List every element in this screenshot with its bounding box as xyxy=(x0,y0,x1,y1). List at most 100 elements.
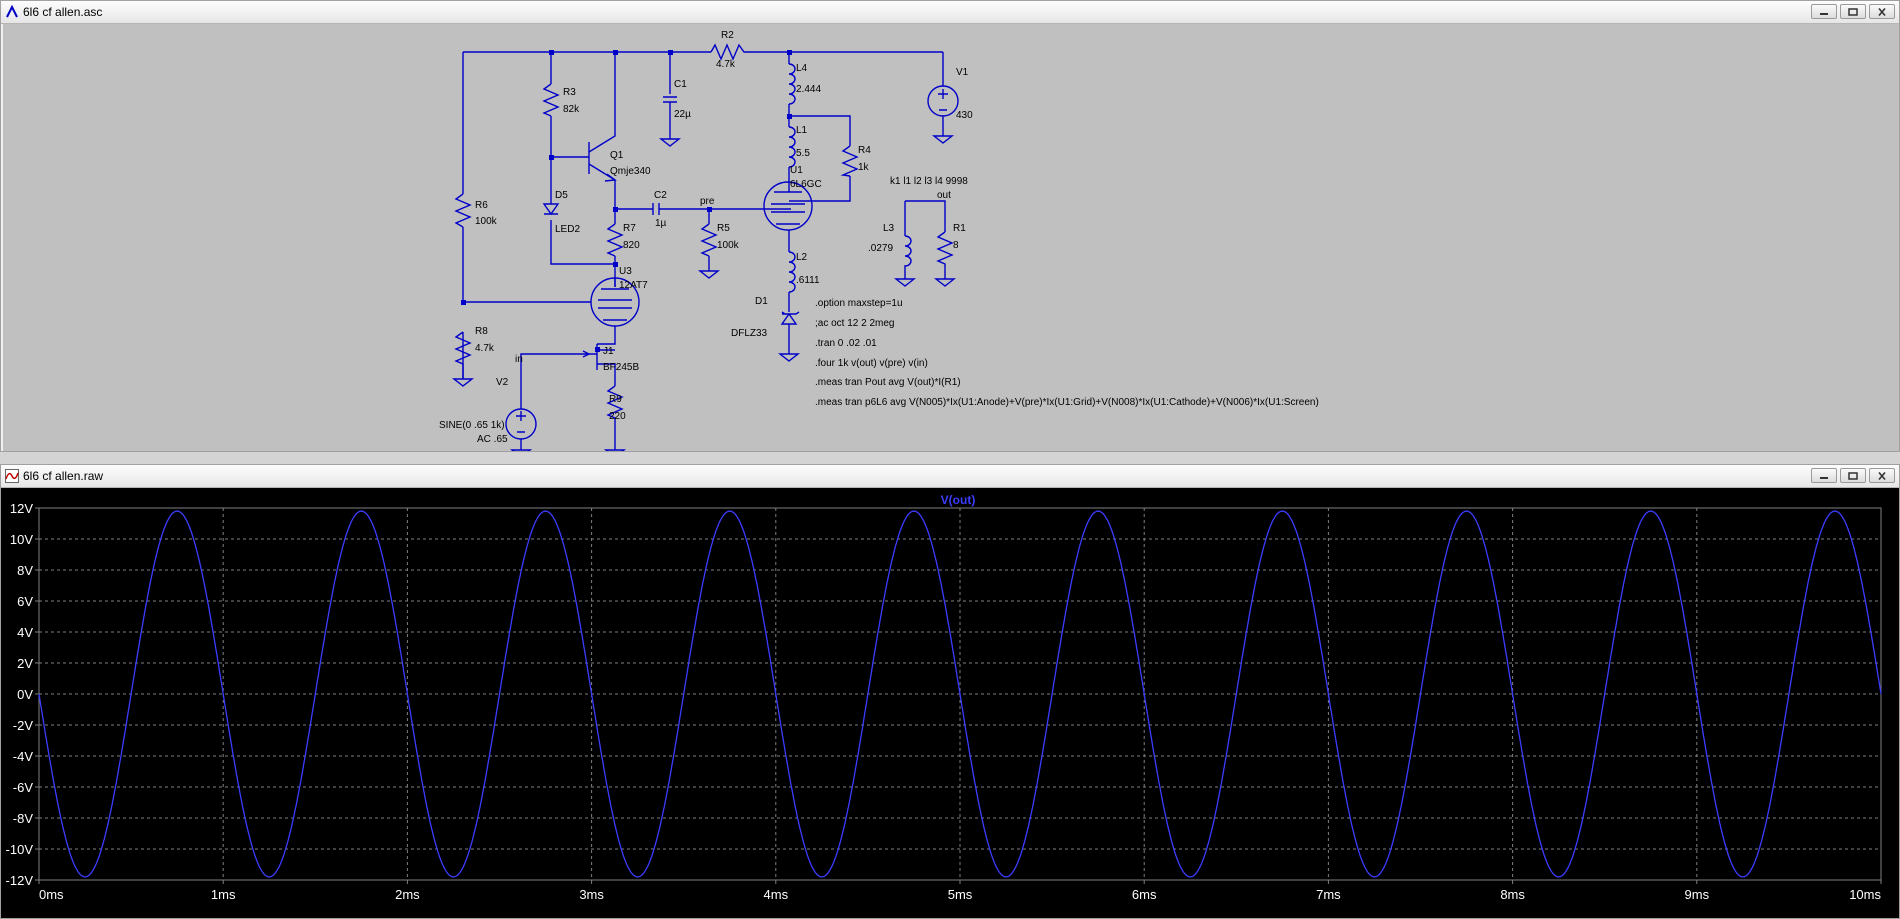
minimize-button[interactable] xyxy=(1811,4,1837,19)
restore-button[interactable] xyxy=(1840,4,1866,19)
y-tick-label: -4V xyxy=(13,749,34,764)
x-tick-label: 6ms xyxy=(1132,887,1157,902)
r9-name: R9 xyxy=(609,394,622,405)
y-tick-label: -12V xyxy=(6,873,34,888)
y-tick-label: 0V xyxy=(17,687,33,702)
l4-name: L4 xyxy=(796,63,808,74)
y-tick-label: -2V xyxy=(13,718,34,733)
r3-name: R3 xyxy=(563,87,576,98)
y-tick-label: 12V xyxy=(10,501,33,516)
u3-name: U3 xyxy=(619,266,632,277)
x-tick-label: 3ms xyxy=(579,887,604,902)
directive-ac: ;ac oct 12 2 2meg xyxy=(815,318,895,329)
net-label-in: in xyxy=(515,354,523,365)
r5-value: 100k xyxy=(717,240,740,251)
waveform-titlebar[interactable]: 6l6 cf allen.raw xyxy=(1,465,1899,488)
restore-icon xyxy=(1848,471,1858,480)
x-tick-label: 7ms xyxy=(1316,887,1341,902)
trace-label[interactable]: V(out) xyxy=(941,493,976,507)
l2-value: .6111 xyxy=(796,275,820,286)
u1-value: 6L6GC xyxy=(790,179,822,190)
close-icon xyxy=(1878,471,1886,480)
waveform-window[interactable]: 6l6 cf allen.raw V(out) 12V 10V 8V 6V 4V 2V 0V… xyxy=(0,464,1900,919)
u3-value: 12AT7 xyxy=(619,280,648,291)
r6-value: 100k xyxy=(475,216,498,227)
l3-name: L3 xyxy=(883,223,895,234)
y-tick-label: 6V xyxy=(17,594,33,609)
r2-value: 4.7k xyxy=(716,59,736,70)
r9-value: 220 xyxy=(609,411,626,422)
directive-tran: .tran 0 .02 .01 xyxy=(815,338,877,349)
r8-name: R8 xyxy=(475,326,488,337)
r7-value: 820 xyxy=(623,240,640,251)
y-tick-label: -6V xyxy=(13,780,34,795)
waveform-window-title: 6l6 cf allen.raw xyxy=(23,469,104,483)
l4-value: 2.444 xyxy=(796,84,821,95)
x-axis: 0ms 1ms 2ms 3ms 4ms 5ms 6ms 7ms 8ms 9ms 10ms xyxy=(38,880,1882,902)
restore-icon xyxy=(1848,7,1858,16)
y-tick-label: 10V xyxy=(10,532,33,547)
y-tick-label: -10V xyxy=(6,842,34,857)
close-icon xyxy=(1878,7,1886,16)
d1-name: D1 xyxy=(755,296,768,307)
d1-value: DFLZ33 xyxy=(731,328,768,339)
c2-value: 1µ xyxy=(655,218,667,229)
r1-name: R1 xyxy=(953,223,966,234)
y-tick-label: -8V xyxy=(13,811,34,826)
l1-value: 5.5 xyxy=(796,148,810,159)
r4-value: 1k xyxy=(858,162,870,173)
l2-name: L2 xyxy=(796,252,808,263)
l3-value: .0279 xyxy=(868,243,893,254)
d5-value: LED2 xyxy=(555,224,580,235)
r1-value: 8 xyxy=(953,240,959,251)
directive-option: .option maxstep=1u xyxy=(815,298,903,309)
v2-name: V2 xyxy=(496,377,509,388)
x-tick-label: 1ms xyxy=(211,887,236,902)
v2-value2: AC .65 xyxy=(477,434,508,445)
y-tick-label: 2V xyxy=(17,656,33,671)
minimize-icon xyxy=(1820,476,1828,479)
j1-value: BF245B xyxy=(603,362,639,373)
x-tick-label: 10ms xyxy=(1849,887,1881,902)
schematic-titlebar[interactable]: 6l6 cf allen.asc xyxy=(1,1,1899,24)
x-tick-label: 5ms xyxy=(948,887,973,902)
q1-name: Q1 xyxy=(610,150,624,161)
v2-value: SINE(0 .65 1k) xyxy=(439,420,505,431)
ltspice-schematic-icon xyxy=(6,5,18,18)
r7-name: R7 xyxy=(623,223,636,234)
y-tick-label: 4V xyxy=(17,625,33,640)
x-tick-label: 4ms xyxy=(764,887,789,902)
c2-name: C2 xyxy=(654,190,667,201)
x-tick-label: 0ms xyxy=(39,887,64,902)
waveform-plot[interactable]: V(out) 12V 10V 8V 6V 4V 2V 0V -2V -4V -6V -8V -10V -… xyxy=(1,488,1899,918)
u1-name: U1 xyxy=(790,165,803,176)
r8-value: 4.7k xyxy=(475,343,495,354)
close-button[interactable] xyxy=(1869,4,1895,19)
c1-name: C1 xyxy=(674,79,687,90)
v1-name: V1 xyxy=(956,67,969,78)
schematic-canvas[interactable]: R2 4.7k L4 2.444 V1 430 R3 82k C1 22µ L1… xyxy=(3,24,1899,451)
y-tick-label: 8V xyxy=(17,563,33,578)
v1-value: 430 xyxy=(956,110,973,121)
schematic-window[interactable]: 6l6 cf allen.asc R2 4.7k L4 2.444 V1 430… xyxy=(0,0,1900,452)
directive-meas-p6l6: .meas tran p6L6 avg V(N005)*Ix(U1:Anode)… xyxy=(815,397,1319,408)
x-tick-label: 8ms xyxy=(1500,887,1525,902)
net-label-pre: pre xyxy=(700,196,715,207)
j1-name: J1 xyxy=(603,346,614,357)
x-tick-label: 2ms xyxy=(395,887,420,902)
x-tick-label: 9ms xyxy=(1685,887,1710,902)
r2-name: R2 xyxy=(721,30,734,41)
plot-close-button[interactable] xyxy=(1869,468,1895,483)
q1-value: Qmje340 xyxy=(610,166,651,177)
waveform-viewer-icon xyxy=(5,469,19,483)
r6-name: R6 xyxy=(475,200,488,211)
minimize-icon xyxy=(1820,12,1828,15)
directive-meas-pout: .meas tran Pout avg V(out)*I(R1) xyxy=(815,377,961,388)
c1-value: 22µ xyxy=(674,109,691,120)
r5-name: R5 xyxy=(717,223,730,234)
plot-restore-button[interactable] xyxy=(1840,468,1866,483)
coupling-directive: k1 l1 l2 l3 l4 9998 xyxy=(890,176,968,187)
directive-four: .four 1k v(out) v(pre) v(in) xyxy=(815,358,928,369)
y-axis: 12V 10V 8V 6V 4V 2V 0V -2V -4V -6V -8V -10V -12V xyxy=(6,501,39,888)
plot-minimize-button[interactable] xyxy=(1811,468,1837,483)
